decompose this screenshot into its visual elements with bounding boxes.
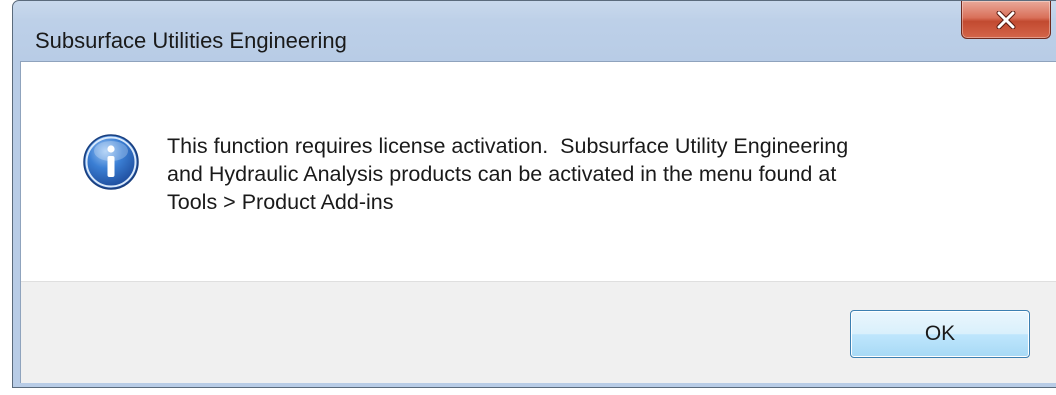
button-area: OK: [21, 281, 1056, 383]
message-text: This function requires license activatio…: [167, 134, 849, 214]
dialog-client-area: This function requires license activatio…: [20, 61, 1056, 383]
info-icon: [82, 133, 140, 191]
close-button[interactable]: [961, 1, 1051, 39]
ok-button[interactable]: OK: [850, 310, 1030, 358]
message-area: This function requires license activatio…: [21, 62, 1056, 281]
close-x-icon: [995, 10, 1017, 29]
dialog-window: Subsurface Utilities Engineering This fu…: [12, 0, 1056, 388]
title-bar[interactable]: Subsurface Utilities Engineering: [13, 1, 1056, 61]
window-title: Subsurface Utilities Engineering: [35, 28, 347, 53]
